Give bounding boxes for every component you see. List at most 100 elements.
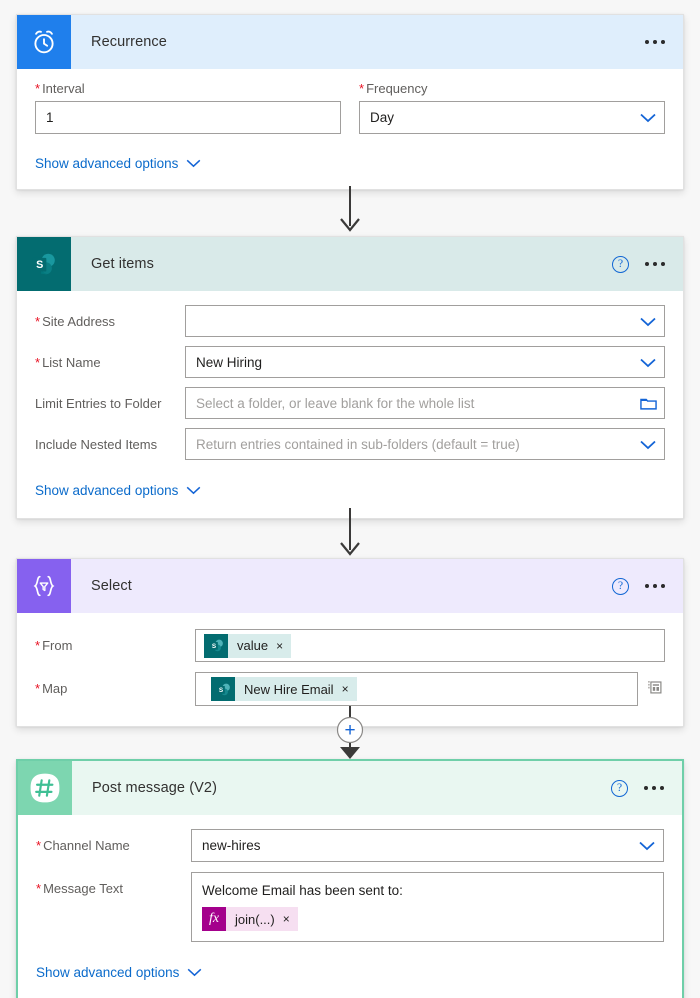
input-placeholder: Select a folder, or leave blank for the … bbox=[196, 395, 475, 411]
switch-to-text-mode-icon[interactable] bbox=[645, 677, 665, 702]
alarm-clock-icon bbox=[17, 15, 71, 69]
chevron-down-icon[interactable] bbox=[640, 317, 656, 326]
input-limit-entries-to-folder[interactable]: Select a folder, or leave blank for the … bbox=[185, 387, 665, 419]
recurrence-field-grid: * Interval 1 * Frequency Day bbox=[35, 69, 665, 134]
help-icon[interactable]: ? bbox=[611, 779, 628, 797]
card-body-recurrence: * Interval 1 * Frequency Day Show advanc… bbox=[17, 69, 683, 189]
insert-new-step-button[interactable]: + bbox=[338, 718, 362, 742]
dynamic-content-token-value[interactable]: S value × bbox=[204, 633, 292, 658]
connector-arrow-1 bbox=[0, 186, 700, 241]
card-title: Select bbox=[91, 578, 132, 594]
required-asterisk: * bbox=[36, 881, 42, 896]
show-advanced-options-recurrence[interactable]: Show advanced options bbox=[35, 134, 665, 175]
expression-token-join[interactable]: fx join(...) × bbox=[202, 907, 298, 931]
chevron-down-icon[interactable] bbox=[187, 968, 202, 977]
more-commands-button[interactable] bbox=[645, 580, 665, 592]
field-label-frequency: * Frequency bbox=[359, 81, 428, 96]
sharepoint-icon: S bbox=[211, 677, 235, 701]
chevron-down-icon[interactable] bbox=[186, 159, 201, 168]
select-braces-funnel-icon bbox=[17, 559, 71, 613]
token-label: value bbox=[237, 638, 269, 653]
field-label-interval: * Interval bbox=[35, 81, 85, 96]
dropdown-channel-name-value: new-hires bbox=[202, 838, 261, 853]
flow-card-get-items[interactable]: S Get items ? * Site Address * List Name… bbox=[16, 236, 684, 519]
card-header-actions: ? bbox=[611, 779, 682, 797]
input-interval[interactable]: 1 bbox=[35, 101, 341, 134]
dropdown-site-address[interactable] bbox=[185, 305, 665, 337]
remove-token-icon[interactable]: × bbox=[274, 640, 291, 652]
dynamic-content-token-new-hire-email[interactable]: S New Hire Email × bbox=[211, 677, 357, 701]
show-advanced-options-post-message[interactable]: Show advanced options bbox=[36, 942, 664, 986]
more-commands-button[interactable] bbox=[645, 258, 665, 270]
card-body-get-items: * Site Address * List Name New Hiring Li… bbox=[17, 291, 683, 518]
help-icon[interactable]: ? bbox=[612, 577, 629, 595]
folder-picker-icon[interactable] bbox=[640, 396, 657, 411]
remove-token-icon[interactable]: × bbox=[340, 683, 357, 695]
flow-card-post-message-v2[interactable]: Post message (V2) ? * Channel Name new-hi… bbox=[16, 759, 684, 998]
field-row-limit-entries-to-folder: Limit Entries to Folder Select a folder,… bbox=[35, 378, 665, 419]
chevron-down-icon[interactable] bbox=[640, 113, 656, 123]
dropdown-frequency-value: Day bbox=[370, 110, 395, 125]
dropdown-frequency[interactable]: Day bbox=[359, 101, 665, 134]
card-header-get-items[interactable]: S Get items ? bbox=[17, 237, 683, 291]
field-label-channel-name: * Channel Name bbox=[36, 838, 130, 853]
more-commands-button[interactable] bbox=[644, 782, 664, 794]
help-icon[interactable]: ? bbox=[612, 255, 629, 273]
sharepoint-icon: S bbox=[204, 633, 228, 658]
chevron-down-icon[interactable] bbox=[640, 440, 656, 449]
flow-card-recurrence[interactable]: Recurrence * Interval 1 * Frequency Day … bbox=[16, 14, 684, 190]
connector-arrow-2 bbox=[0, 508, 700, 565]
svg-text:S: S bbox=[218, 686, 222, 693]
field-frequency: * Frequency Day bbox=[359, 81, 665, 134]
card-header-actions bbox=[645, 36, 683, 48]
svg-text:S: S bbox=[36, 259, 43, 271]
card-header-actions: ? bbox=[612, 255, 683, 273]
svg-text:S: S bbox=[211, 643, 215, 650]
more-commands-button[interactable] bbox=[645, 36, 665, 48]
field-row-from: * From S value × bbox=[35, 613, 665, 662]
token-label: New Hire Email bbox=[244, 681, 334, 697]
dropdown-include-nested-items[interactable]: Return entries contained in sub-folders … bbox=[185, 428, 665, 460]
card-body-post-message-v2: * Channel Name new-hires * Message Text We… bbox=[18, 815, 682, 998]
card-header-actions: ? bbox=[612, 577, 683, 595]
show-advanced-options-get-items[interactable]: Show advanced options bbox=[35, 460, 665, 502]
field-row-channel-name: * Channel Name new-hires bbox=[36, 815, 664, 862]
required-asterisk: * bbox=[359, 81, 365, 96]
field-label-map: * Map bbox=[35, 681, 68, 696]
remove-token-icon[interactable]: × bbox=[281, 913, 298, 925]
message-text-line: Welcome Email has been sent to: bbox=[202, 883, 403, 898]
required-asterisk: * bbox=[35, 314, 41, 329]
slack-hash-icon bbox=[18, 761, 72, 815]
field-label-limit-entries-to-folder: Limit Entries to Folder bbox=[35, 396, 162, 411]
field-interval: * Interval 1 bbox=[35, 81, 341, 134]
map-row-controls: S New Hire Email × bbox=[195, 672, 665, 706]
required-asterisk: * bbox=[35, 81, 41, 96]
token-input-map[interactable]: S New Hire Email × bbox=[195, 672, 638, 706]
field-row-include-nested-items: Include Nested Items Return entries cont… bbox=[35, 419, 665, 460]
field-row-map: * Map S New Hire Email × bbox=[35, 662, 665, 706]
flow-card-select[interactable]: Select ? * From S value × * Map S New Hi… bbox=[16, 558, 684, 727]
dropdown-channel-name[interactable]: new-hires bbox=[191, 829, 664, 862]
field-label-include-nested-items: Include Nested Items bbox=[35, 437, 158, 452]
show-advanced-options-label: Show advanced options bbox=[35, 483, 179, 498]
card-header-post-message-v2[interactable]: Post message (V2) ? bbox=[18, 761, 682, 815]
field-label-from: * From bbox=[35, 638, 73, 653]
textarea-message-text[interactable]: Welcome Email has been sent to: fx join(… bbox=[191, 872, 664, 942]
card-title: Get items bbox=[91, 256, 154, 272]
input-interval-value: 1 bbox=[46, 110, 54, 125]
required-asterisk: * bbox=[35, 638, 41, 653]
card-header-recurrence[interactable]: Recurrence bbox=[17, 15, 683, 69]
card-title: Recurrence bbox=[91, 34, 167, 50]
sharepoint-icon: S bbox=[17, 237, 71, 291]
token-input-from[interactable]: S value × bbox=[195, 629, 665, 662]
dropdown-list-name[interactable]: New Hiring bbox=[185, 346, 665, 378]
field-label-message-text: * Message Text bbox=[36, 881, 124, 896]
card-header-select[interactable]: Select ? bbox=[17, 559, 683, 613]
chevron-down-icon[interactable] bbox=[186, 486, 201, 495]
card-title: Post message (V2) bbox=[92, 780, 217, 796]
fx-icon: fx bbox=[202, 907, 226, 931]
message-text-token-row: fx join(...) × bbox=[202, 907, 653, 931]
chevron-down-icon[interactable] bbox=[640, 358, 656, 367]
chevron-down-icon[interactable] bbox=[639, 841, 655, 851]
field-label-site-address: * Site Address bbox=[35, 314, 116, 329]
